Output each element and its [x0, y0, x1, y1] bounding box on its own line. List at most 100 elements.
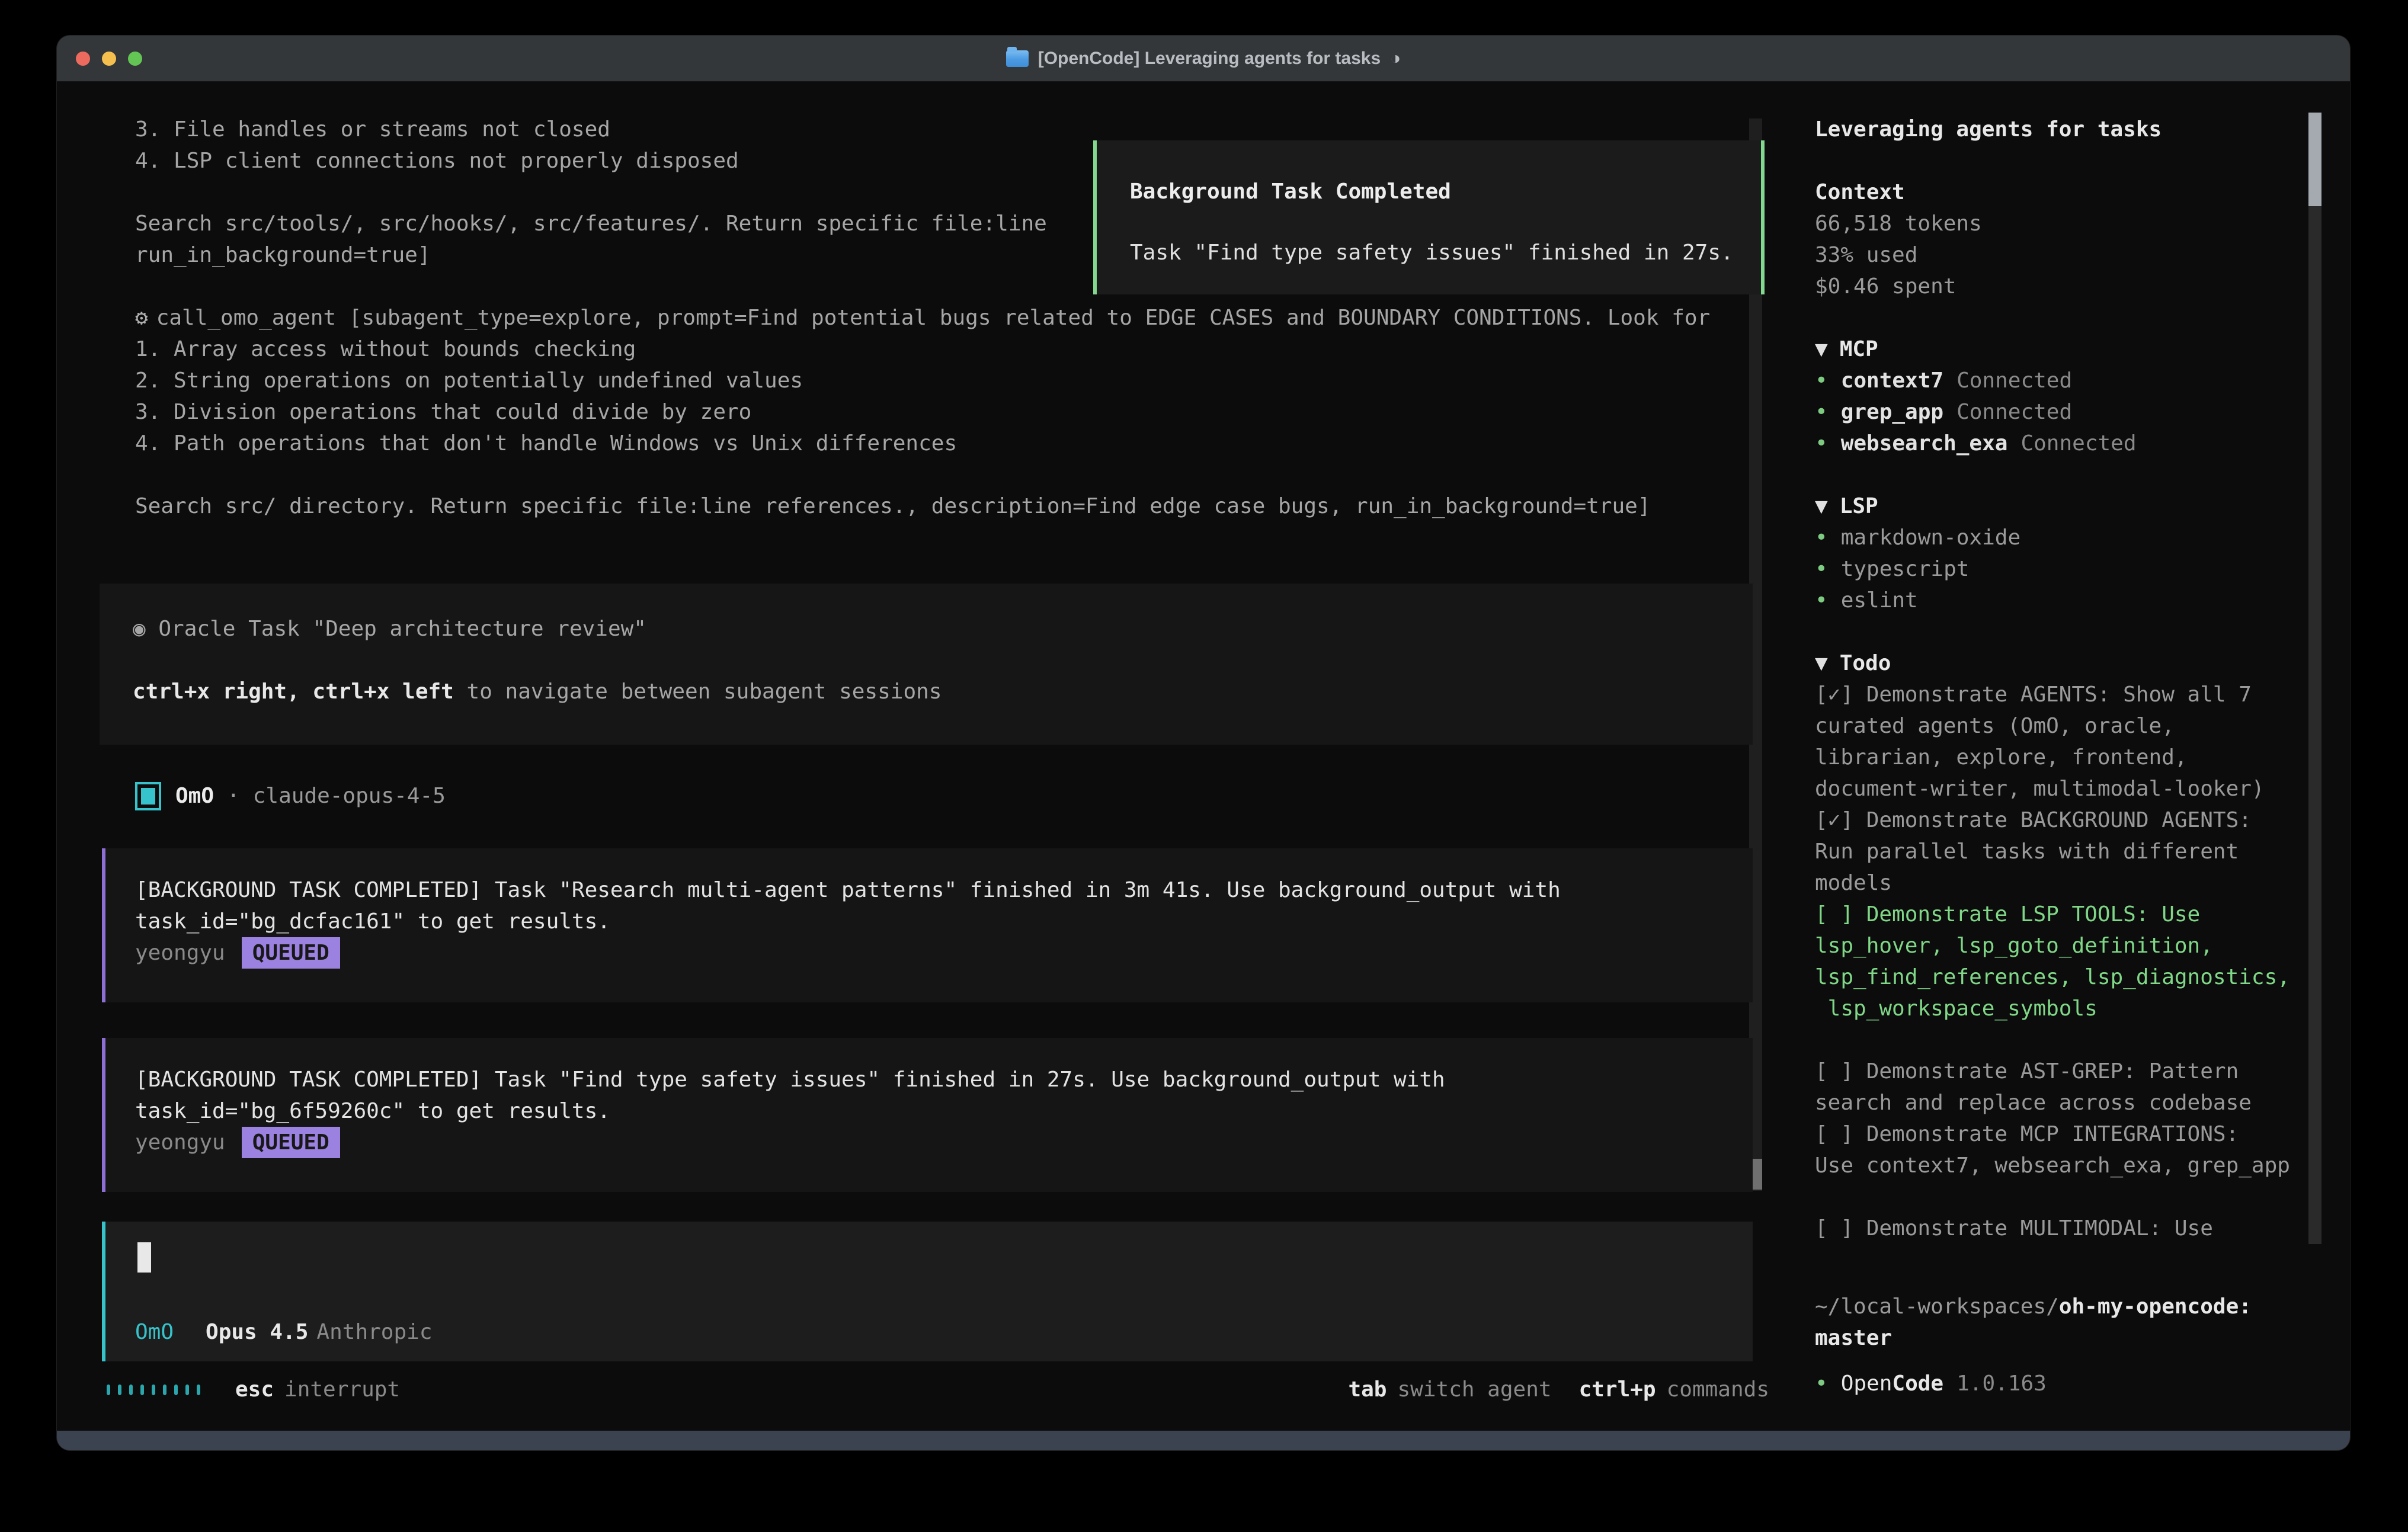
lsp-section-header[interactable]: ▼ LSP — [1815, 491, 2307, 522]
oracle-hint: ctrl+x right, ctrl+x left to navigate be… — [133, 676, 1753, 707]
background-task-message: [BACKGROUND TASK COMPLETED] Task "Find t… — [102, 1038, 1753, 1192]
mcp-section-header[interactable]: ▼ MCP — [1815, 334, 2307, 365]
task-message-line: task_id="bg_6f59260c" to get results. — [135, 1095, 1753, 1127]
session-state-icon: ◑ — [1390, 43, 1401, 74]
todo-item-line: curated agents (OmO, oracle, — [1815, 710, 2307, 742]
mcp-item-name: context7 — [1841, 368, 1943, 393]
tool-call-line: ⚙call_omo_agent [subagent_type=explore, … — [135, 302, 1759, 334]
todo-item-line: lsp_find_references, lsp_diagnostics, — [1815, 961, 2307, 993]
workspace-repo: oh-my-opencode: — [2059, 1294, 2252, 1319]
esc-key-label: interrupt — [284, 1374, 400, 1405]
input-provider-label: Anthropic — [316, 1316, 432, 1348]
todo-item-line: document-writer, multimodal-looker) — [1815, 773, 2307, 805]
context-heading: Context — [1815, 177, 2307, 208]
bullet-icon: • — [1815, 368, 1828, 393]
bullet-icon: • — [1815, 588, 1828, 613]
folder-icon — [1006, 50, 1029, 67]
window-title: [OpenCode] Leveraging agents for tasks ◑ — [1006, 43, 1401, 74]
sidebar-scrollbar-thumb[interactable] — [2308, 113, 2321, 206]
window-title-text: [OpenCode] Leveraging agents for tasks — [1038, 43, 1381, 74]
lsp-item: • markdown-oxide — [1815, 522, 2307, 553]
app-name-open: Open — [1841, 1368, 1893, 1399]
oracle-hint-rest: to navigate between subagent sessions — [454, 680, 942, 704]
session-title: Leveraging agents for tasks — [1815, 114, 2307, 145]
ctrlp-key-label: commands — [1667, 1374, 1769, 1405]
titlebar: [OpenCode] Leveraging agents for tasks ◑ — [57, 36, 2350, 82]
lsp-item: • eslint — [1815, 585, 2307, 616]
traffic-lights — [76, 52, 142, 66]
workspace-prefix: ~/local-workspaces/ — [1815, 1294, 2059, 1319]
agent-header: OmO · claude-opus-4-5 — [135, 780, 446, 812]
tool-call-item: 4. Path operations that don't handle Win… — [135, 428, 1759, 459]
workspace-path: ~/local-workspaces/oh-my-opencode: maste… — [1815, 1291, 2252, 1354]
status-bar-right: tab switch agent ctrl+p commands — [1348, 1374, 1769, 1405]
input-agent-label: OmO — [135, 1316, 174, 1348]
todo-item-line: Use context7, websearch_exa, grep_app — [1815, 1150, 2307, 1181]
background-task-message: [BACKGROUND TASK COMPLETED] Task "Resear… — [102, 848, 1753, 1002]
task-message-line: [BACKGROUND TASK COMPLETED] Task "Find t… — [135, 1064, 1753, 1095]
agent-name: OmO — [175, 780, 214, 812]
chevron-down-icon: ▼ — [1815, 337, 1828, 361]
mcp-item: • context7 Connected — [1815, 365, 2307, 396]
task-message-line: task_id="bg_dcfac161" to get results. — [135, 906, 1753, 937]
oracle-task-title: Oracle Task "Deep architecture review" — [158, 617, 646, 641]
input-footer: OmO Opus 4.5 Anthropic — [135, 1316, 433, 1348]
tab-key-hint: tab — [1348, 1374, 1386, 1405]
tool-call-header: call_omo_agent [subagent_type=explore, p… — [156, 306, 1711, 330]
chevron-down-icon: ▼ — [1815, 494, 1828, 518]
mcp-item-status: Connected — [1956, 400, 2072, 424]
chevron-down-icon: ▼ — [1815, 651, 1828, 675]
mcp-heading: MCP — [1840, 337, 1878, 361]
sidebar: Leveraging agents for tasks Context 66,5… — [1815, 114, 2307, 1244]
todo-item-line: [ ] Demonstrate AST-GREP: Pattern — [1815, 1056, 2307, 1087]
todo-section-header[interactable]: ▼Todo — [1815, 648, 2307, 679]
spacer — [1815, 145, 2307, 177]
todo-item-line — [1815, 1181, 2307, 1213]
mcp-item: •grep_appConnected — [1815, 396, 2307, 428]
bullet-icon: • — [1815, 400, 1828, 424]
oracle-hint-keys: ctrl+x right, ctrl+x left — [133, 680, 454, 704]
bullet-icon: • — [1815, 525, 1828, 550]
maximize-button[interactable] — [128, 52, 142, 66]
status-badge: QUEUED — [242, 1127, 340, 1158]
lsp-item-name: markdown-oxide — [1841, 525, 2020, 550]
text-cursor — [137, 1242, 151, 1273]
lsp-heading: LSP — [1840, 494, 1878, 518]
close-button[interactable] — [76, 52, 90, 66]
record-icon: ◉ — [133, 617, 146, 641]
mcp-item-status: Connected — [2020, 431, 2136, 456]
bullet-icon: • — [1815, 431, 1828, 456]
todo-item-line: [ ] Demonstrate MCP INTEGRATIONS: — [1815, 1118, 2307, 1150]
mcp-item-status: Connected — [1956, 368, 2072, 393]
lsp-item-name: eslint — [1841, 588, 1918, 613]
app-version: • Open Code 1.0.163 — [1815, 1368, 2047, 1399]
tab-key-label: switch agent — [1397, 1374, 1551, 1405]
todo-item-line: models — [1815, 867, 2307, 899]
oracle-task-box: ◉ Oracle Task "Deep architecture review"… — [100, 584, 1753, 745]
todo-item-line: [ ] Demonstrate MULTIMODAL: Use — [1815, 1213, 2307, 1244]
agent-separator: · — [227, 780, 240, 812]
todo-item-line: [✓] Demonstrate AGENTS: Show all 7 — [1815, 679, 2307, 710]
sidebar-scrollbar-track[interactable] — [2308, 113, 2321, 1244]
esc-key-hint: esc — [235, 1374, 274, 1405]
agent-icon — [135, 782, 161, 810]
agent-model: claude-opus-4-5 — [253, 780, 446, 812]
status-bar-left: esc interrupt — [107, 1374, 400, 1405]
task-meta-row: yeongyu QUEUED — [135, 1127, 1753, 1158]
ctrlp-key-hint: ctrl+p — [1579, 1374, 1656, 1405]
minimize-button[interactable] — [102, 52, 116, 66]
input-model-label: Opus 4.5 — [206, 1316, 308, 1348]
mcp-item: •websearch_exaConnected — [1815, 428, 2307, 459]
toast-title: Background Task Completed — [1130, 176, 1740, 207]
lsp-item: •typescript — [1815, 553, 2307, 585]
context-spent: $0.46 spent — [1815, 271, 2307, 302]
task-message-line: [BACKGROUND TASK COMPLETED] Task "Resear… — [135, 874, 1753, 906]
todo-item-line: librarian, explore, frontend, — [1815, 742, 2307, 773]
task-user: yeongyu — [135, 1130, 225, 1155]
prompt-input[interactable]: OmO Opus 4.5 Anthropic — [102, 1222, 1753, 1361]
spacer — [1815, 459, 2307, 491]
status-bar: esc interrupt tab switch agent ctrl+p co… — [107, 1374, 1769, 1405]
toast-body: Task "Find type safety issues" finished … — [1130, 237, 1740, 268]
tool-call-item: 1. Array access without bounds checking — [135, 334, 1759, 365]
task-user: yeongyu — [135, 941, 225, 965]
